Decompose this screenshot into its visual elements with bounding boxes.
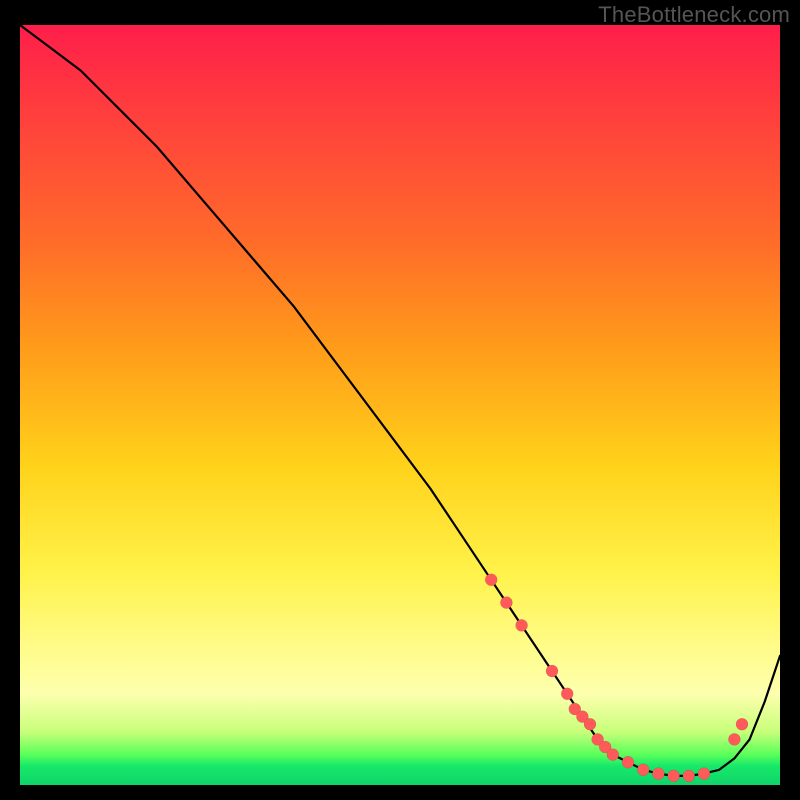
dot	[485, 574, 497, 586]
dot	[561, 688, 573, 700]
dot	[584, 718, 596, 730]
dot	[728, 733, 740, 745]
dot	[736, 718, 748, 730]
dot	[607, 749, 619, 761]
dot	[698, 768, 710, 780]
curve-layer	[20, 25, 780, 785]
dot	[637, 764, 649, 776]
dot	[652, 768, 664, 780]
near-optimum-dots	[485, 574, 748, 782]
plot-area	[20, 25, 780, 785]
dot	[546, 665, 558, 677]
dot	[622, 756, 634, 768]
watermark-text: TheBottleneck.com	[598, 2, 790, 28]
dot	[668, 770, 680, 782]
bottleneck-curve	[20, 25, 780, 776]
dot	[516, 619, 528, 631]
dot	[683, 770, 695, 782]
chart-container: TheBottleneck.com	[0, 0, 800, 800]
dot	[500, 597, 512, 609]
